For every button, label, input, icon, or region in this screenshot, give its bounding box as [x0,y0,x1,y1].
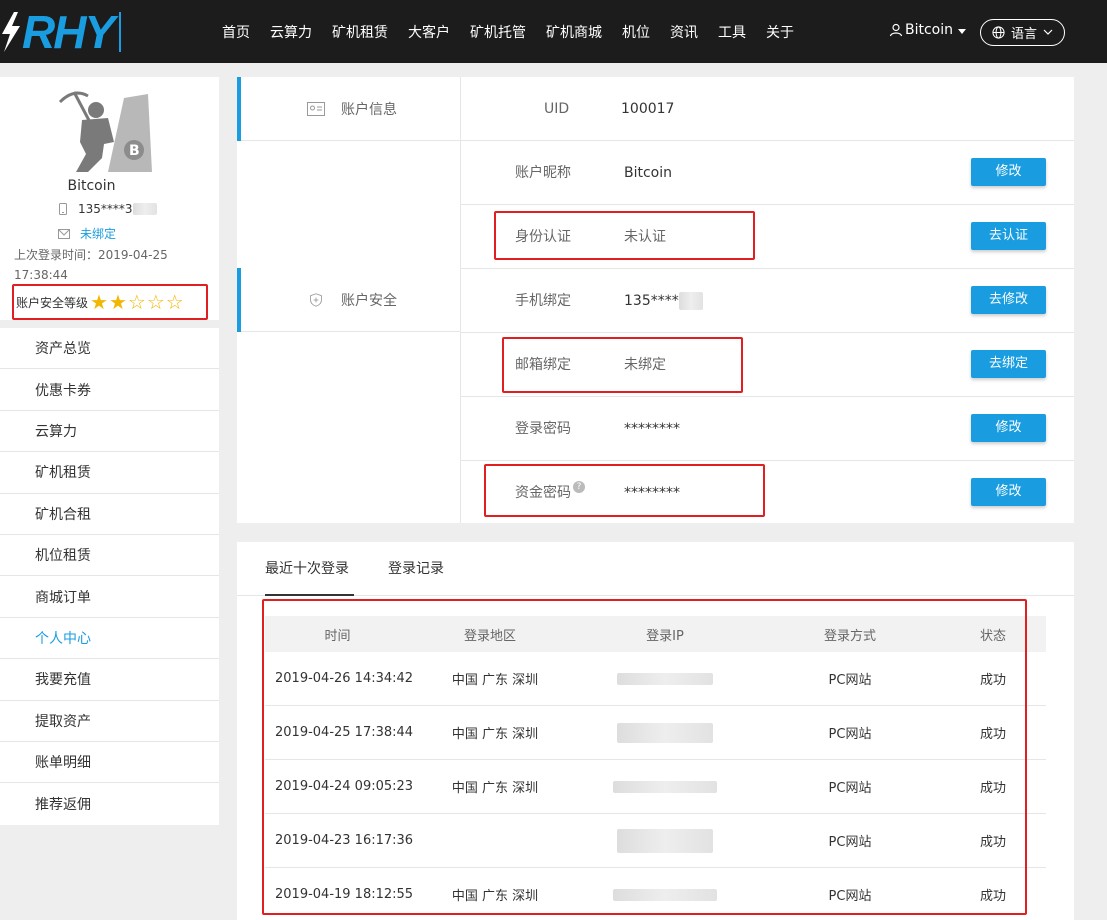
bind-email-button[interactable]: 去绑定 [971,350,1046,378]
security-level-label: 账户安全等级 [16,295,89,310]
top-navbar: RHY 首页 云算力 矿机租赁 大客户 矿机托管 矿机商城 机位 资讯 工具 关… [0,0,1107,63]
security-level: 账户安全等级 ★ ★ ☆ ☆ ☆ [12,284,208,320]
last-login-time: 上次登录时间：2019-04-25 17:38:44 [14,248,168,282]
lightning-icon [2,12,20,52]
section-accent [237,77,241,141]
row-value: ******** [624,421,680,437]
redacted-blur [679,292,703,310]
edit-login-password-button[interactable]: 修改 [971,414,1046,442]
account-row-login-password: 登录密码 ******** 修改 [461,397,1074,461]
sidebar-item-assets[interactable]: 资产总览 [0,328,219,370]
sidebar-item-coupons[interactable]: 优惠卡券 [0,369,219,411]
nav-cloud-hashrate[interactable]: 云算力 [270,22,312,42]
chevron-down-icon [1043,29,1053,35]
change-phone-button[interactable]: 去修改 [971,286,1046,314]
section-account-security[interactable]: 账户安全 [237,268,461,332]
miner-avatar-icon: B [58,91,152,172]
globe-icon [992,26,1005,39]
star-empty-icon: ☆ [165,290,184,314]
nav-home[interactable]: 首页 [222,22,250,42]
row-label: UID [544,101,570,117]
profile-phone-text: 135****3 [78,202,133,216]
account-row-uid: UID 100017 [461,77,1074,141]
profile-name: Bitcoin [67,178,116,194]
sidebar-item-shop-orders[interactable]: 商城订单 [0,576,219,618]
sidebar-item-miner-share[interactable]: 矿机合租 [0,494,219,535]
section-account-info-label: 账户信息 [341,101,397,118]
svg-text:B: B [129,143,140,159]
star-filled-icon: ★ [108,290,127,314]
account-panel: 账户信息 账户安全 UID 100017 账户昵称 Bitcoin 修改 身份认… [237,77,1074,523]
sidebar-item-slot-rental[interactable]: 机位租赁 [0,535,219,577]
user-menu[interactable]: Bitcoin [889,22,967,38]
row-value: Bitcoin [624,165,673,181]
site-logo[interactable]: RHY [0,6,122,58]
row-label: 登录密码 [515,421,571,437]
nav-news[interactable]: 资讯 [670,22,698,42]
star-empty-icon: ☆ [127,290,146,314]
profile-email: 未绑定 [58,225,116,242]
main-nav: 首页 云算力 矿机租赁 大客户 矿机托管 矿机商城 机位 资讯 工具 关于 [222,0,814,63]
redacted-blur [132,203,157,215]
user-name: Bitcoin [905,22,954,38]
edit-fund-password-button[interactable]: 修改 [971,478,1046,506]
tab-recent-logins[interactable]: 最近十次登录 [265,542,354,596]
star-filled-icon: ★ [90,290,108,314]
tab-login-records[interactable]: 登录记录 [388,542,444,596]
profile-phone: 135****3 [58,202,157,216]
language-label: 语言 [1010,27,1037,42]
caret-down-icon [958,28,967,34]
email-status-link[interactable]: 未绑定 [80,225,116,242]
phone-icon [59,203,67,215]
highlight-box [484,464,765,517]
logo-divider [119,12,122,52]
sidebar-item-withdraw[interactable]: 提取资产 [0,701,219,742]
nav-hosting[interactable]: 矿机托管 [470,22,526,42]
logo-text: RHY [22,6,115,58]
account-row-nickname: 账户昵称 Bitcoin 修改 [461,141,1074,205]
account-section-column: 账户信息 账户安全 [237,77,461,523]
highlight-box [502,337,743,393]
profile-card: B Bitcoin 135****3 未绑定 上次登录时间：2019-04-25… [0,77,219,320]
row-label: 账户昵称 [515,165,571,181]
nav-shop[interactable]: 矿机商城 [546,22,602,42]
section-accent [237,268,241,332]
star-empty-icon: ☆ [146,290,165,314]
language-button[interactable]: 语言 [980,19,1065,46]
nav-about[interactable]: 关于 [766,22,794,42]
nav-miner-rental[interactable]: 矿机租赁 [332,22,388,42]
edit-nickname-button[interactable]: 修改 [971,158,1046,186]
row-label: 手机绑定 [515,293,571,309]
verify-identity-button[interactable]: 去认证 [971,222,1046,250]
security-stars: ★ ★ ☆ ☆ ☆ [90,292,185,312]
row-value: 100017 [621,101,675,117]
sidebar-item-miner-rental[interactable]: 矿机租赁 [0,452,219,494]
section-account-info[interactable]: 账户信息 [237,77,461,141]
sidebar-menu: 资产总览 优惠卡券 云算力 矿机租赁 矿机合租 机位租赁 商城订单 个人中心 我… [0,328,219,825]
highlight-box [262,599,1027,915]
sidebar-item-recharge[interactable]: 我要充值 [0,659,219,701]
nav-slot[interactable]: 机位 [622,22,650,42]
login-tabs: 最近十次登录 登录记录 [237,542,1074,596]
nav-enterprise[interactable]: 大客户 [408,22,450,42]
mail-icon [58,228,70,239]
sidebar-item-cloud-hashrate[interactable]: 云算力 [0,411,219,453]
nav-tools[interactable]: 工具 [718,22,746,42]
user-icon [889,23,903,37]
sidebar-item-bill-detail[interactable]: 账单明细 [0,742,219,784]
section-account-security-label: 账户安全 [341,292,397,309]
highlight-box [494,211,755,260]
shield-icon [310,292,322,307]
sidebar-item-referral[interactable]: 推荐返佣 [0,783,219,824]
account-row-phone: 手机绑定 135****3 去修改 [461,269,1074,333]
id-card-icon [307,101,325,116]
sidebar-item-personal-center[interactable]: 个人中心 [0,618,219,660]
